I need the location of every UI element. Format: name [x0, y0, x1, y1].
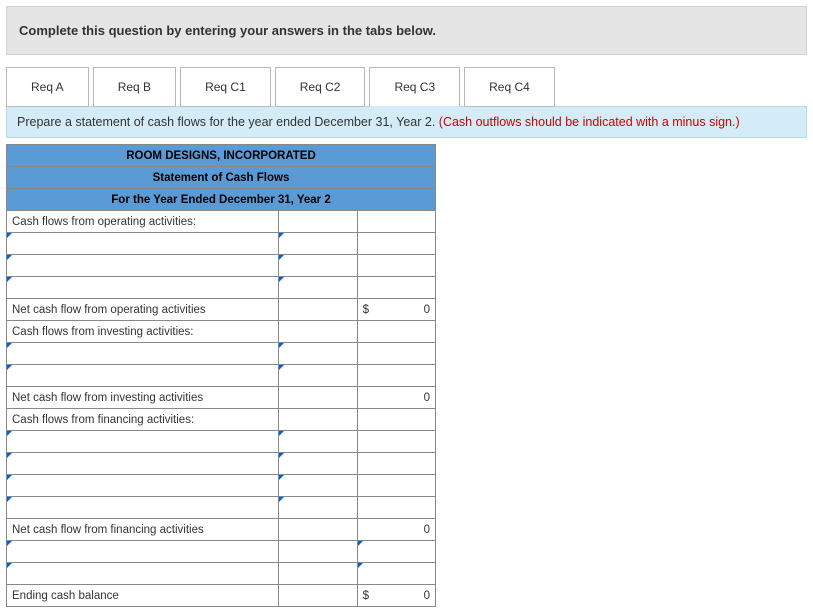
fin-net-label: Net cash flow from financing activities	[7, 519, 279, 541]
op-net-label: Net cash flow from operating activities	[7, 299, 279, 321]
inv-line1-col2	[357, 343, 435, 365]
inv-line2-amt[interactable]	[279, 365, 357, 387]
extra-line2-amt[interactable]	[357, 563, 435, 585]
cashflow-table: ROOM DESIGNS, INCORPORATED Statement of …	[6, 144, 436, 607]
fin-line3-col2	[357, 475, 435, 497]
inv-line1-label[interactable]	[7, 343, 279, 365]
dollar-sign: $	[363, 304, 369, 316]
header-period: For the Year Ended December 31, Year 2	[7, 189, 436, 211]
extra-line2-col1	[279, 563, 357, 585]
op-net-value: $ 0	[357, 299, 435, 321]
inv-section-col1	[279, 321, 357, 343]
inv-line2-label[interactable]	[7, 365, 279, 387]
op-line3-amt[interactable]	[279, 277, 357, 299]
sub-instructions-main: Prepare a statement of cash flows for th…	[17, 115, 439, 129]
inv-section-col2	[357, 321, 435, 343]
extra-line1-label[interactable]	[7, 541, 279, 563]
ending-zero: 0	[424, 590, 430, 602]
ending-col1	[279, 585, 357, 607]
fin-line1-amt[interactable]	[279, 431, 357, 453]
fin-net-zero: 0	[424, 524, 430, 536]
op-net-zero: 0	[424, 304, 430, 316]
op-line3-col2	[357, 277, 435, 299]
dollar-sign-end: $	[363, 590, 369, 602]
fin-net-value: 0	[357, 519, 435, 541]
op-line2-amt[interactable]	[279, 255, 357, 277]
op-line2-col2	[357, 255, 435, 277]
extra-line1-col1	[279, 541, 357, 563]
ending-label: Ending cash balance	[7, 585, 279, 607]
fin-line1-col2	[357, 431, 435, 453]
inv-net-col1	[279, 387, 357, 409]
tab-req-c1[interactable]: Req C1	[180, 67, 271, 107]
fin-net-col1	[279, 519, 357, 541]
op-line2-label[interactable]	[7, 255, 279, 277]
tabs-row: Req A Req B Req C1 Req C2 Req C3 Req C4	[6, 67, 807, 107]
header-company: ROOM DESIGNS, INCORPORATED	[7, 145, 436, 167]
op-section-label: Cash flows from operating activities:	[7, 211, 279, 233]
fin-section-label: Cash flows from financing activities:	[7, 409, 279, 431]
fin-section-col1	[279, 409, 357, 431]
op-line1-label[interactable]	[7, 233, 279, 255]
inv-net-zero: 0	[424, 392, 430, 404]
tab-req-c2[interactable]: Req C2	[275, 67, 366, 107]
header-title: Statement of Cash Flows	[7, 167, 436, 189]
op-line1-col2	[357, 233, 435, 255]
fin-line2-label[interactable]	[7, 453, 279, 475]
extra-line1-amt[interactable]	[357, 541, 435, 563]
fin-line2-amt[interactable]	[279, 453, 357, 475]
sub-instructions-warn: (Cash outflows should be indicated with …	[439, 115, 740, 129]
fin-line3-label[interactable]	[7, 475, 279, 497]
inv-net-value: 0	[357, 387, 435, 409]
cell-op-section-col2	[357, 211, 435, 233]
tab-req-b[interactable]: Req B	[93, 67, 176, 107]
inv-line1-amt[interactable]	[279, 343, 357, 365]
cell-op-section-col1	[279, 211, 357, 233]
inv-net-label: Net cash flow from investing activities	[7, 387, 279, 409]
ending-value: $ 0	[357, 585, 435, 607]
fin-line1-label[interactable]	[7, 431, 279, 453]
instructions-banner: Complete this question by entering your …	[6, 6, 807, 55]
tab-req-c3[interactable]: Req C3	[369, 67, 460, 107]
fin-section-col2	[357, 409, 435, 431]
fin-line4-col2	[357, 497, 435, 519]
sub-instructions: Prepare a statement of cash flows for th…	[6, 106, 807, 138]
fin-line4-label[interactable]	[7, 497, 279, 519]
tab-req-a[interactable]: Req A	[6, 67, 89, 107]
op-net-col1	[279, 299, 357, 321]
inv-section-label: Cash flows from investing activities:	[7, 321, 279, 343]
fin-line2-col2	[357, 453, 435, 475]
fin-line4-amt[interactable]	[279, 497, 357, 519]
inv-line2-col2	[357, 365, 435, 387]
tab-req-c4[interactable]: Req C4	[464, 67, 555, 107]
op-line3-label[interactable]	[7, 277, 279, 299]
extra-line2-label[interactable]	[7, 563, 279, 585]
op-line1-amt[interactable]	[279, 233, 357, 255]
fin-line3-amt[interactable]	[279, 475, 357, 497]
